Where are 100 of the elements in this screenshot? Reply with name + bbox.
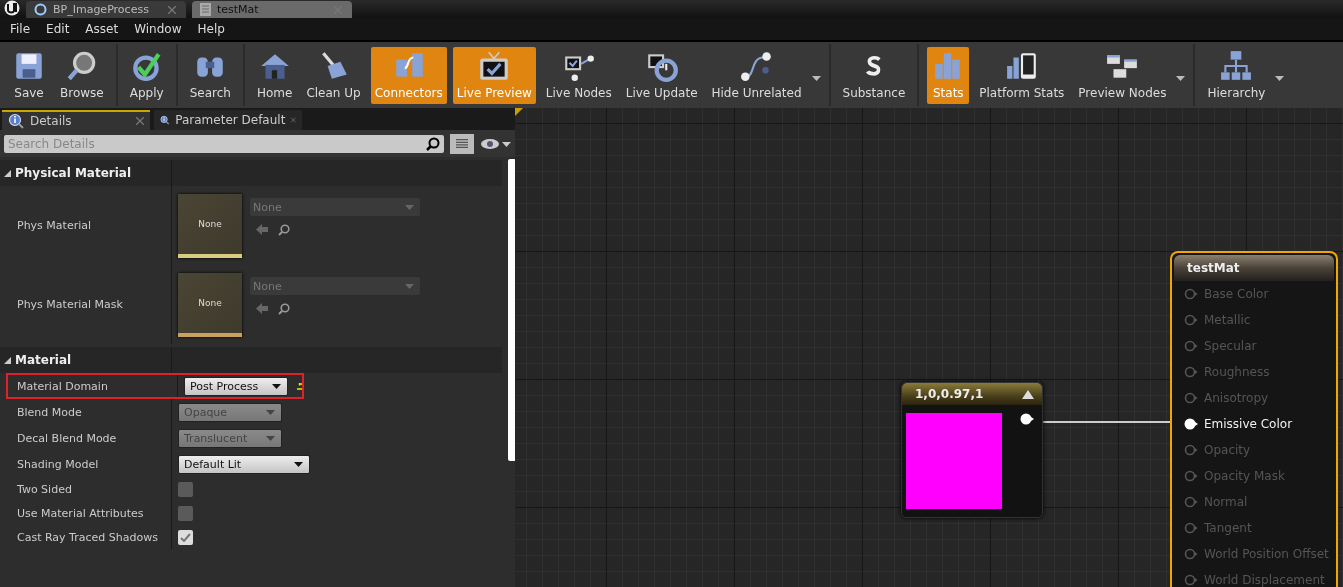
caret-icon: [405, 204, 414, 210]
info-magnifier-icon: [8, 113, 24, 129]
pin-label: Opacity Mask: [1204, 469, 1285, 483]
menu-item[interactable]: Edit: [38, 22, 78, 36]
toolbar-button[interactable]: Substance: [838, 46, 910, 104]
panel-tab[interactable]: Parameter Default: [154, 110, 302, 130]
caret-icon: [502, 141, 511, 147]
property-label: Material Domain: [6, 373, 178, 399]
visibility-button[interactable]: [480, 138, 511, 150]
toolbar-button[interactable]: Clean Up: [302, 46, 365, 104]
caret-icon: [405, 283, 414, 289]
checkbox[interactable]: [178, 481, 193, 497]
hollow-pin-icon[interactable]: [1184, 496, 1198, 508]
constant-node[interactable]: 1,0,0.97,1: [901, 382, 1043, 518]
left-arrow-icon[interactable]: [256, 224, 268, 235]
pin-label: Tangent: [1204, 521, 1252, 535]
dropdown-caret-icon: [1275, 75, 1285, 81]
asset-thumbnail[interactable]: None: [178, 272, 242, 337]
panel-tab[interactable]: Details: [2, 110, 150, 130]
grid-document-icon: [200, 3, 211, 16]
checkbox[interactable]: [178, 505, 193, 521]
toolbar-button[interactable]: Live Nodes: [541, 46, 616, 104]
search-icon[interactable]: [278, 303, 290, 315]
node-title: 1,0,0.97,1: [915, 387, 984, 401]
filled-pin-icon[interactable]: [1184, 418, 1198, 430]
menu-item[interactable]: Help: [189, 22, 233, 36]
graph-canvas[interactable]: 1,0,0.97,1 testMat Base Color Metallic Specular Roughness Anisotropy Emissive Color Opacity Opacity Mask Normal Tangent World Position Offset World Displacement: [515, 108, 1343, 587]
close-icon[interactable]: [291, 116, 296, 124]
menu-item[interactable]: Asset: [77, 22, 127, 36]
caret-icon: [294, 461, 303, 467]
circle-icon: [34, 3, 47, 16]
checkmark-icon: [180, 532, 191, 542]
caret-icon: [266, 435, 275, 441]
hollow-pin-icon[interactable]: [1184, 444, 1198, 456]
toolbar-button[interactable]: Preview Nodes: [1074, 46, 1171, 104]
expand-arrow-icon[interactable]: [4, 169, 11, 177]
property-label: Decal Blend Mode: [0, 425, 172, 451]
pin-label: Base Color: [1204, 287, 1269, 301]
close-icon[interactable]: [136, 117, 144, 125]
pin-label: World Position Offset: [1204, 547, 1329, 561]
list-view-button[interactable]: [450, 134, 474, 154]
toolbar-button[interactable]: Hierarchy: [1203, 46, 1270, 104]
menu-item[interactable]: Window: [126, 22, 190, 36]
property-label: Blend Mode: [0, 399, 172, 425]
toolbar-button[interactable]: Home: [252, 46, 297, 104]
dropdown-caret-icon: [1176, 75, 1186, 81]
hollow-pin-icon[interactable]: [1184, 470, 1198, 482]
toolbar-button[interactable]: Browse: [56, 46, 108, 104]
toolbar-button[interactable]: Live Update: [621, 46, 702, 104]
pin-label: Emissive Color: [1204, 417, 1293, 431]
scrollbar[interactable]: [508, 159, 515, 461]
toolbar-button[interactable]: Platform Stats: [975, 46, 1069, 104]
left-arrow-icon[interactable]: [256, 303, 268, 314]
filled-pin-icon[interactable]: [1020, 413, 1034, 425]
hollow-pin-icon[interactable]: [1184, 548, 1198, 560]
close-icon[interactable]: [168, 5, 176, 14]
checkbox[interactable]: [178, 529, 193, 545]
hollow-pin-icon[interactable]: [1184, 366, 1198, 378]
asset-thumbnail[interactable]: None: [178, 193, 242, 258]
pin-label: Opacity: [1204, 443, 1251, 457]
material-node[interactable]: testMat Base Color Metallic Specular Roughness Anisotropy Emissive Color Opacity Opacity Mask Normal Tangent World Position Offset World Displacement: [1170, 251, 1338, 587]
pin-label: Specular: [1204, 339, 1257, 353]
eye-icon: [480, 138, 500, 150]
node-title: testMat: [1187, 261, 1240, 275]
search-field[interactable]: Search Details: [4, 135, 422, 153]
hollow-pin-icon[interactable]: [1184, 392, 1198, 404]
collapse-arrow-icon[interactable]: [1022, 389, 1034, 399]
toolbar-button[interactable]: Search: [185, 46, 235, 104]
toolbar-button[interactable]: Save: [8, 46, 50, 104]
property-label: Cast Ray Traced Shadows: [0, 525, 172, 549]
property-label: Phys Material: [0, 186, 172, 265]
search-icon[interactable]: [278, 224, 290, 236]
dropdown[interactable]: Post Process: [184, 376, 288, 396]
caret-icon: [266, 409, 275, 415]
pin-label: Normal: [1204, 495, 1248, 509]
hierarchy-icon: [1219, 48, 1254, 83]
property-label: Use Material Attributes: [0, 501, 172, 525]
menu-item[interactable]: File: [2, 22, 39, 36]
document-tab[interactable]: testMat: [192, 1, 352, 18]
logo-icon: [4, 0, 20, 16]
hollow-pin-icon[interactable]: [1184, 314, 1198, 326]
toolbar-button[interactable]: Apply: [125, 46, 168, 104]
hollow-pin-icon[interactable]: [1184, 574, 1198, 586]
corner-marker-icon: [515, 108, 523, 116]
document-tab[interactable]: BP_ImageProcess: [26, 1, 186, 18]
search-icon: [422, 135, 444, 153]
hollow-pin-icon[interactable]: [1184, 340, 1198, 352]
dropdown[interactable]: Default Lit: [178, 454, 310, 474]
caret-icon: [272, 383, 281, 389]
expand-arrow-icon[interactable]: [4, 356, 11, 364]
hollow-pin-icon[interactable]: [1184, 522, 1198, 534]
pin-label: World Displacement: [1204, 573, 1325, 587]
list-icon: [456, 138, 468, 150]
hollow-pin-icon[interactable]: [1184, 288, 1198, 300]
dropdown-caret-icon: [811, 75, 821, 81]
property-label: Shading Model: [0, 451, 172, 477]
toolbar-button[interactable]: Hide Unrelated: [707, 46, 806, 104]
reset-arrow-icon[interactable]: [296, 382, 304, 390]
pin-label: Anisotropy: [1204, 391, 1269, 405]
property-label: Phys Material Mask: [0, 265, 172, 344]
